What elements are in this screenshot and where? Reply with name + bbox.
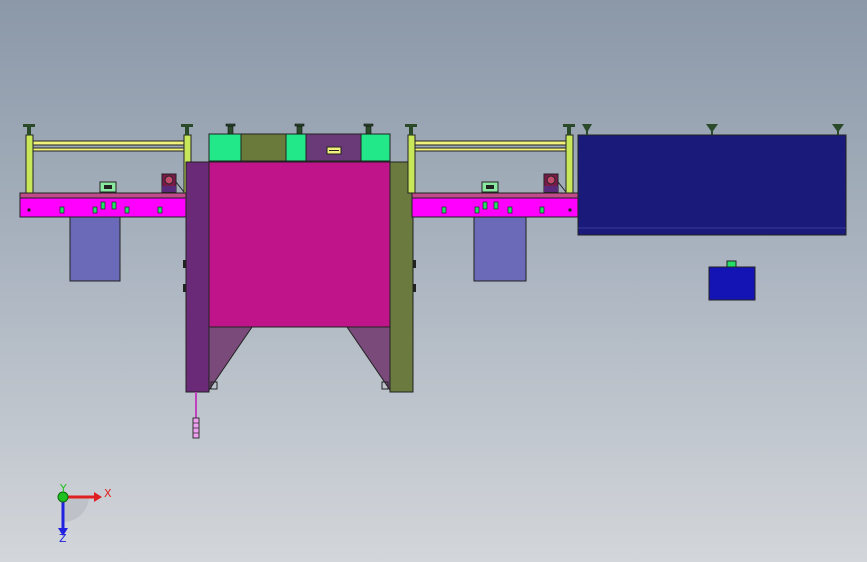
crown-green-right <box>360 133 391 162</box>
crown-green-center <box>285 133 307 162</box>
press-right-column <box>389 161 414 393</box>
triad-z-label: Z <box>59 532 67 545</box>
left-rail-top-strip <box>19 192 189 199</box>
press-main-body <box>208 161 391 328</box>
right-rail-top-strip <box>411 192 579 199</box>
triad-y-label: Y <box>59 482 67 495</box>
drive-motor[interactable] <box>708 260 756 301</box>
left-sensor <box>161 173 185 193</box>
right-post-outer <box>565 134 574 194</box>
motor-terminal <box>726 260 737 268</box>
left-post-cap-inner <box>181 124 193 135</box>
right-post-cap-inner <box>405 124 417 135</box>
left-column-tab-2 <box>183 284 186 292</box>
right-collection-bin <box>473 216 527 282</box>
conveyor-unit[interactable] <box>577 124 847 236</box>
central-press[interactable] <box>183 123 416 439</box>
crown-olive-block <box>240 133 287 162</box>
press-left-column <box>185 161 210 393</box>
left-collection-bin <box>69 216 121 282</box>
left-guard-rail-bottom <box>29 147 189 152</box>
right-station[interactable] <box>405 124 579 282</box>
right-guard-rail-top <box>411 140 571 146</box>
left-guard-rail-top <box>29 140 189 146</box>
ejector-rod <box>192 392 200 439</box>
crown-green-left <box>208 133 242 162</box>
cad-viewport[interactable]: X Y Z <box>0 0 867 562</box>
triad-x-label: X <box>104 487 112 500</box>
press-left-foot <box>208 326 253 392</box>
right-column-tab-2 <box>413 284 416 292</box>
crown-bolts <box>225 123 374 135</box>
right-post-inner <box>407 134 416 194</box>
left-column-tab-1 <box>183 260 186 268</box>
right-column-tab-1 <box>413 260 416 268</box>
motor-body <box>708 266 756 301</box>
right-guard-rail-bottom <box>411 147 571 152</box>
left-station[interactable] <box>19 124 193 282</box>
left-post-outer <box>25 134 34 194</box>
conveyor-mount-bolts <box>582 124 844 135</box>
right-clamp-block <box>481 181 499 193</box>
conveyor-housing <box>577 134 847 236</box>
triad-x-arrowhead <box>94 492 102 502</box>
orientation-triad[interactable]: X Y Z <box>57 482 112 545</box>
assembly-drawing[interactable]: X Y Z <box>0 0 867 562</box>
right-post-cap-outer <box>563 124 575 135</box>
left-clamp-block <box>99 181 117 193</box>
left-rail-pin <box>27 208 31 212</box>
left-post-cap-outer <box>23 124 35 135</box>
press-right-foot <box>346 326 391 392</box>
right-sensor <box>543 173 567 193</box>
right-rail-pin <box>568 208 572 212</box>
